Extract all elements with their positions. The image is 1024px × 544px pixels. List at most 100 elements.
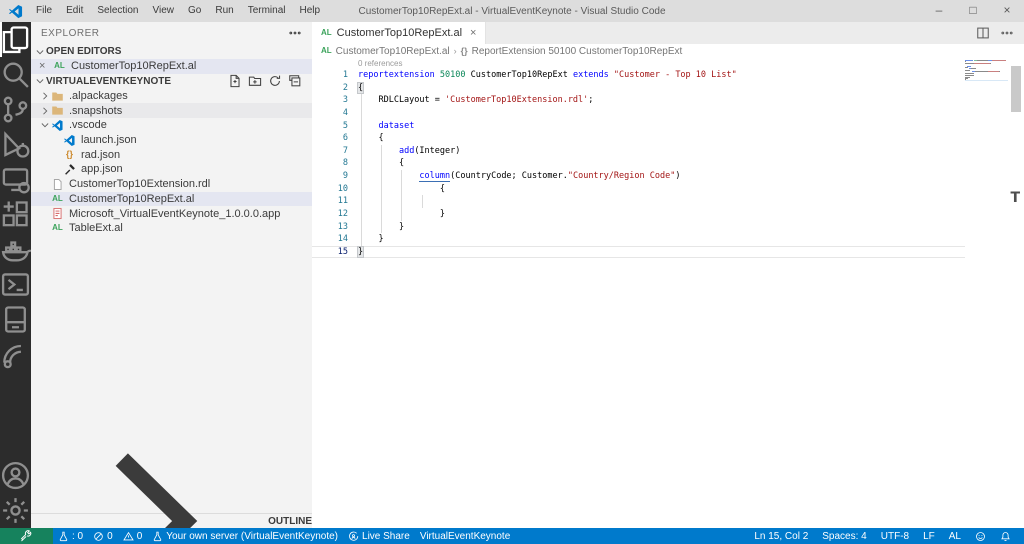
- snapshot-count-item[interactable]: : 0: [53, 531, 88, 542]
- remote-explorer-icon[interactable]: [0, 162, 31, 197]
- live-share-item[interactable]: Live Share: [343, 531, 415, 542]
- maximize-button[interactable]: □: [956, 0, 990, 22]
- tree-item--vscode[interactable]: .vscode: [31, 118, 312, 133]
- scrollbar[interactable]: [1008, 58, 1024, 528]
- minimize-button[interactable]: –: [922, 0, 956, 22]
- tree-item-customertop10extension-rdl[interactable]: CustomerTop10Extension.rdl: [31, 177, 312, 192]
- breadcrumb-item[interactable]: ReportExtension 50100 CustomerTop10RepEx…: [472, 46, 683, 57]
- menu-terminal[interactable]: Terminal: [241, 0, 293, 22]
- code-line[interactable]: 15}: [312, 245, 965, 259]
- codelens-references[interactable]: 0 references: [312, 58, 1024, 69]
- more-actions-icon[interactable]: [288, 26, 302, 40]
- settings-icon[interactable]: [0, 493, 31, 528]
- encoding-item[interactable]: UTF-8: [874, 531, 916, 542]
- line-number[interactable]: 14: [312, 233, 348, 246]
- storage-icon[interactable]: [0, 302, 31, 337]
- powershell-icon[interactable]: [0, 267, 31, 302]
- tree-item-customertop10repext-al[interactable]: AL CustomerTop10RepExt.al: [31, 191, 312, 207]
- outline-section[interactable]: OUTLINE: [31, 453, 312, 528]
- menu-selection[interactable]: Selection: [90, 0, 145, 22]
- code-line[interactable]: 2{: [312, 81, 965, 95]
- code-line[interactable]: 10 {: [312, 183, 965, 196]
- eol-item[interactable]: LF: [916, 531, 942, 542]
- search-icon[interactable]: [0, 57, 31, 92]
- account-icon[interactable]: [0, 458, 31, 493]
- collapse-all-icon[interactable]: [288, 74, 302, 88]
- code-line[interactable]: 3 RDLCLayout = 'CustomerTop10Extension.r…: [312, 94, 965, 107]
- open-editor-item[interactable]: × AL CustomerTop10RepExt.al: [31, 59, 312, 74]
- close-icon[interactable]: ×: [39, 60, 51, 72]
- tree-item-tableext-al[interactable]: AL TableExt.al: [31, 221, 312, 236]
- line-number[interactable]: 8: [312, 157, 348, 170]
- code-editor[interactable]: 0 references 1 reportextension 50100 Cust…: [312, 58, 1024, 528]
- line-number[interactable]: 6: [312, 132, 348, 145]
- workspace-name-item[interactable]: VirtualEventKeynote: [415, 531, 515, 542]
- line-number[interactable]: 13: [312, 221, 348, 234]
- tree-item-app-json[interactable]: app.json: [31, 162, 312, 177]
- tree-item-microsoft-virtualeventkeynote-1-0-0-0-app[interactable]: Microsoft_VirtualEventKeynote_1.0.0.0.ap…: [31, 206, 312, 221]
- problems-errors-item[interactable]: 0: [88, 531, 118, 542]
- code-line[interactable]: 5 dataset: [312, 120, 965, 133]
- code-line[interactable]: 7 add(Integer): [312, 145, 965, 158]
- split-editor-icon[interactable]: [976, 26, 990, 40]
- tree-item--snapshots[interactable]: .snapshots: [31, 103, 312, 119]
- refresh-icon[interactable]: [268, 74, 282, 88]
- code-line[interactable]: 6 {: [312, 132, 965, 145]
- tab-customertop10repext[interactable]: AL CustomerTop10RepExt.al ×: [312, 22, 487, 44]
- language-mode-item[interactable]: AL: [942, 531, 968, 542]
- menu-file[interactable]: File: [29, 0, 59, 22]
- tree-item--alpackages[interactable]: .alpackages: [31, 89, 312, 104]
- line-number[interactable]: 5: [312, 120, 348, 133]
- line-number[interactable]: 15: [312, 246, 348, 259]
- docker-icon[interactable]: [0, 232, 31, 267]
- signal-icon[interactable]: [0, 337, 31, 372]
- menu-run[interactable]: Run: [208, 0, 240, 22]
- line-number[interactable]: 1: [312, 69, 348, 82]
- close-button[interactable]: ×: [990, 0, 1024, 22]
- minimap[interactable]: [965, 60, 1008, 81]
- breadcrumb-item[interactable]: CustomerTop10RepExt.al: [336, 46, 450, 57]
- line-number[interactable]: 4: [312, 107, 348, 120]
- menu-go[interactable]: Go: [181, 0, 208, 22]
- new-folder-icon[interactable]: [248, 74, 262, 88]
- source-control-icon[interactable]: [0, 92, 31, 127]
- line-number[interactable]: 3: [312, 94, 348, 107]
- tree-item-rad-json[interactable]: {} rad.json: [31, 147, 312, 162]
- cursor-position-item[interactable]: Ln 15, Col 2: [747, 531, 815, 542]
- extensions-icon[interactable]: [0, 197, 31, 232]
- scrollbar-thumb[interactable]: [1011, 66, 1021, 112]
- run-debug-icon[interactable]: [0, 127, 31, 162]
- remote-indicator[interactable]: [0, 528, 53, 544]
- eol-label: LF: [923, 530, 935, 542]
- line-number[interactable]: 7: [312, 145, 348, 158]
- open-editors-section[interactable]: OPEN EDITORS: [31, 44, 312, 59]
- al-server-item[interactable]: Your own server (VirtualEventKeynote): [147, 531, 343, 542]
- notifications-item[interactable]: [993, 531, 1018, 542]
- code-line[interactable]: 13 }: [312, 221, 965, 234]
- problems-warnings-item[interactable]: 0: [118, 531, 148, 542]
- line-number[interactable]: 12: [312, 208, 348, 221]
- menu-edit[interactable]: Edit: [59, 0, 90, 22]
- code-line[interactable]: 11: [312, 195, 965, 208]
- line-number[interactable]: 10: [312, 183, 348, 196]
- menu-help[interactable]: Help: [293, 0, 328, 22]
- indentation-item[interactable]: Spaces: 4: [815, 531, 873, 542]
- tree-item-launch-json[interactable]: launch.json: [31, 133, 312, 148]
- explorer-icon[interactable]: [0, 22, 31, 57]
- more-actions-icon[interactable]: [1000, 26, 1014, 40]
- menu-view[interactable]: View: [146, 0, 182, 22]
- line-number[interactable]: 9: [312, 170, 348, 183]
- code-line[interactable]: 9 column(CountryCode; Customer."Country/…: [312, 170, 965, 183]
- line-number[interactable]: 11: [312, 195, 348, 208]
- new-file-icon[interactable]: [228, 74, 242, 88]
- code-line[interactable]: 1 reportextension 50100 CustomerTop10RepE…: [312, 69, 965, 82]
- feedback-item[interactable]: [968, 531, 993, 542]
- code-line[interactable]: 4: [312, 107, 965, 120]
- close-icon[interactable]: ×: [470, 27, 476, 39]
- code-line[interactable]: 14 }: [312, 233, 965, 246]
- code-line[interactable]: 8 {: [312, 157, 965, 170]
- code-line[interactable]: 12 }: [312, 208, 965, 221]
- title-bar: File Edit Selection View Go Run Terminal Help C…: [0, 0, 1024, 22]
- workspace-section[interactable]: VIRTUALEVENTKEYNOTE: [31, 74, 312, 89]
- line-number[interactable]: 2: [312, 82, 348, 95]
